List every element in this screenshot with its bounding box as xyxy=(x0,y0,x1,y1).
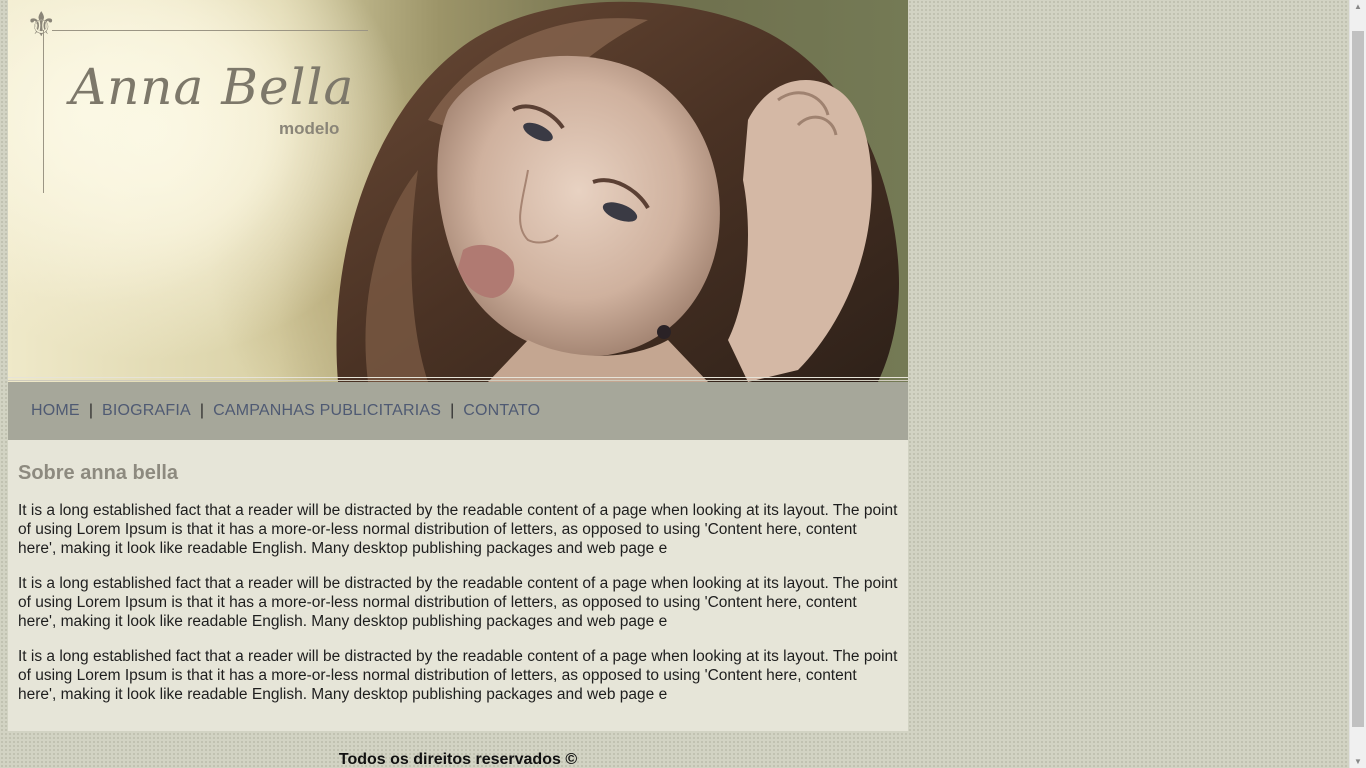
nav-link-home[interactable]: HOME xyxy=(31,402,80,420)
footer-copyright: Todos os direitos reservados © xyxy=(338,751,578,768)
nav-link-biografia[interactable]: BIOGRAFIA xyxy=(102,402,191,420)
scrollbar-thumb[interactable] xyxy=(1352,31,1364,727)
nav-link-contato[interactable]: CONTATO xyxy=(463,402,540,420)
page-container: ⚜ Anna Bella modelo HOME | BIOGRAFIA | C… xyxy=(8,0,908,731)
section-heading: Sobre anna bella xyxy=(18,462,179,484)
main-navigation: HOME | BIOGRAFIA | CAMPANHAS PUBLICITARI… xyxy=(8,382,908,440)
main-content: Sobre anna bella It is a long establishe… xyxy=(8,440,908,731)
site-logo-title: Anna Bella xyxy=(70,58,355,116)
decorative-vertical-line xyxy=(43,30,44,193)
site-logo-subtitle: modelo xyxy=(279,119,340,138)
banner-divider xyxy=(8,377,908,378)
body-paragraph: It is a long established fact that a rea… xyxy=(18,502,898,557)
nav-separator: | xyxy=(88,402,93,419)
decorative-horizontal-line xyxy=(52,30,368,31)
header-banner: ⚜ Anna Bella modelo xyxy=(8,0,908,382)
body-paragraph: It is a long established fact that a rea… xyxy=(18,648,898,703)
fleur-de-lis-icon: ⚜ xyxy=(26,5,57,45)
scroll-up-arrow-icon[interactable]: ▲ xyxy=(1350,2,1366,11)
nav-separator: | xyxy=(450,402,455,419)
vertical-scrollbar[interactable]: ▲ ▼ xyxy=(1349,0,1366,768)
banner-divider-shadow xyxy=(8,380,908,381)
scroll-down-arrow-icon[interactable]: ▼ xyxy=(1350,757,1366,766)
nav-separator: | xyxy=(199,402,205,419)
nav-link-campanhas[interactable]: CAMPANHAS PUBLICITARIAS xyxy=(213,402,441,420)
body-paragraph: It is a long established fact that a rea… xyxy=(18,575,898,630)
